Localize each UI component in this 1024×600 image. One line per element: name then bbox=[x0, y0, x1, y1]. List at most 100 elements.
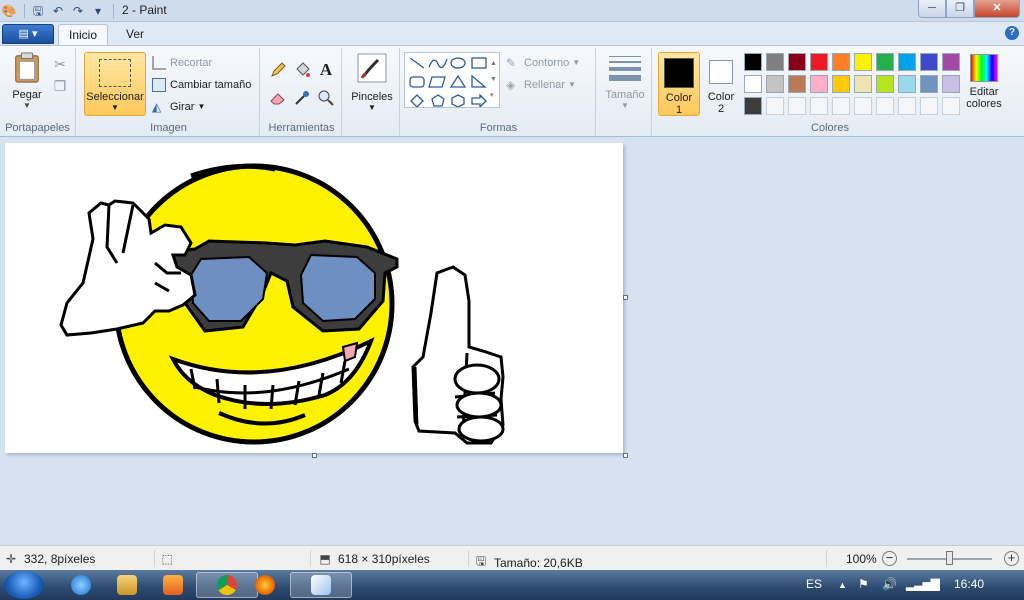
color-swatch[interactable] bbox=[876, 53, 894, 71]
minimize-button[interactable]: ─ bbox=[918, 0, 946, 18]
color1-label: Color bbox=[665, 92, 693, 104]
color-swatch[interactable] bbox=[766, 97, 784, 115]
status-divider bbox=[154, 550, 155, 567]
color-swatch[interactable] bbox=[920, 53, 938, 71]
taskbar-paint[interactable] bbox=[290, 572, 352, 598]
clock[interactable]: 16:40 bbox=[954, 577, 984, 591]
customize-qat-icon[interactable]: ▾ bbox=[89, 3, 107, 19]
qat-separator bbox=[113, 4, 114, 18]
selection-size: ⬚ bbox=[160, 552, 180, 566]
color-swatch[interactable] bbox=[744, 53, 762, 71]
zoom-level: 100% bbox=[846, 552, 877, 566]
text-tool-icon[interactable]: A bbox=[316, 60, 336, 80]
color-swatch[interactable] bbox=[942, 75, 960, 93]
size-button[interactable]: Tamaño ▼ bbox=[602, 54, 648, 110]
title-bar: 🎨 🖫 ↶ ↷ ▾ 2 - Paint ─ ❐ ✕ bbox=[0, 0, 1024, 22]
resize-handle-bottom[interactable] bbox=[312, 453, 317, 458]
color1-button[interactable]: Color 1 bbox=[658, 52, 700, 116]
resize-handle-corner[interactable] bbox=[623, 453, 628, 458]
start-button[interactable] bbox=[4, 571, 44, 599]
color-swatch[interactable] bbox=[788, 97, 806, 115]
color-swatch[interactable] bbox=[810, 97, 828, 115]
fill-button[interactable]: ◈ Rellenar ▼ bbox=[506, 76, 576, 94]
color-swatch[interactable] bbox=[854, 75, 872, 93]
group-label-shapes: Formas bbox=[479, 122, 518, 134]
size-label: Tamaño bbox=[605, 89, 645, 101]
color-swatch[interactable] bbox=[744, 75, 762, 93]
brushes-button[interactable]: Pinceles ▼ bbox=[348, 52, 396, 112]
color-swatch[interactable] bbox=[942, 53, 960, 71]
color-swatch[interactable] bbox=[832, 97, 850, 115]
cut-icon[interactable]: ✂ bbox=[50, 54, 70, 74]
volume-icon[interactable]: 🔊 bbox=[882, 577, 897, 591]
color-swatch[interactable] bbox=[898, 97, 916, 115]
color-swatch[interactable] bbox=[898, 75, 916, 93]
color-swatch[interactable] bbox=[832, 53, 850, 71]
crop-button[interactable]: Recortar bbox=[152, 54, 212, 72]
shapes-scroll-icon[interactable]: ▲ ▼ ▾ bbox=[490, 56, 497, 104]
resize-handle-right[interactable] bbox=[623, 295, 628, 300]
color2-button[interactable]: Color 2 bbox=[704, 52, 738, 116]
group-tools: A Herramientas bbox=[262, 48, 342, 136]
group-shapes: ▲ ▼ ▾ ✎ Contorno ▼ ◈ Rellenar ▼ Formas bbox=[402, 48, 596, 136]
fill-bucket-icon[interactable] bbox=[292, 60, 312, 80]
save-icon[interactable]: 🖫 bbox=[29, 3, 47, 19]
color-swatch[interactable] bbox=[854, 97, 872, 115]
app-menu-button[interactable]: ▤ ▾ bbox=[2, 24, 54, 44]
color-swatch[interactable] bbox=[854, 53, 872, 71]
outline-button[interactable]: ✎ Contorno ▼ bbox=[506, 54, 580, 72]
undo-icon[interactable]: ↶ bbox=[49, 3, 67, 19]
chevron-down-icon: ▼ bbox=[23, 101, 31, 110]
tab-ver[interactable]: Ver bbox=[116, 24, 154, 45]
zoom-out-button[interactable]: − bbox=[882, 551, 897, 566]
paint-app-icon[interactable]: 🎨 bbox=[0, 3, 18, 19]
color-swatch[interactable] bbox=[788, 75, 806, 93]
eraser-icon[interactable] bbox=[268, 88, 288, 108]
color1-swatch bbox=[664, 58, 694, 88]
paint-icon bbox=[311, 575, 331, 595]
color-swatch[interactable] bbox=[920, 75, 938, 93]
color-swatch[interactable] bbox=[832, 75, 850, 93]
close-button[interactable]: ✕ bbox=[974, 0, 1020, 18]
paste-label: Pegar bbox=[12, 89, 42, 101]
group-image: Seleccionar ▼ Recortar Cambiar tamaño ◭ … bbox=[78, 48, 260, 136]
select-button[interactable]: Seleccionar ▼ bbox=[84, 52, 146, 116]
color-swatch[interactable] bbox=[744, 97, 762, 115]
taskbar-firefox[interactable] bbox=[234, 572, 296, 598]
shapes-gallery[interactable] bbox=[404, 52, 500, 108]
color-swatch[interactable] bbox=[942, 97, 960, 115]
fill-icon: ◈ bbox=[506, 78, 516, 92]
maximize-button[interactable]: ❐ bbox=[946, 0, 974, 18]
zoom-in-button[interactable]: + bbox=[1004, 551, 1019, 566]
drawing-canvas[interactable] bbox=[5, 143, 623, 453]
color-swatch[interactable] bbox=[876, 97, 894, 115]
tab-inicio[interactable]: Inicio bbox=[58, 24, 109, 45]
color-swatch[interactable] bbox=[766, 53, 784, 71]
rotate-button[interactable]: ◭ Girar ▼ bbox=[152, 98, 205, 116]
show-hidden-icons-icon[interactable]: ▲ bbox=[838, 580, 847, 590]
action-center-flag-icon[interactable]: ⚑ bbox=[858, 577, 869, 591]
ribbon: Pegar ▼ ✂ ❐ Portapapeles Seleccionar ▼ R… bbox=[0, 45, 1024, 137]
color-swatch[interactable] bbox=[920, 97, 938, 115]
language-indicator[interactable]: ES bbox=[806, 577, 822, 591]
color-picker-icon[interactable] bbox=[292, 88, 312, 108]
group-label-image: Imagen bbox=[150, 122, 187, 134]
zoom-slider-thumb[interactable] bbox=[946, 551, 953, 565]
network-signal-icon[interactable]: ▂▃▅▇ bbox=[906, 577, 940, 591]
taskbar-media-player[interactable] bbox=[142, 572, 204, 598]
color-swatch[interactable] bbox=[898, 53, 916, 71]
copy-icon[interactable]: ❐ bbox=[50, 76, 70, 96]
paste-button[interactable]: Pegar ▼ bbox=[6, 52, 48, 110]
color-swatch[interactable] bbox=[810, 53, 828, 71]
magnifier-icon[interactable] bbox=[316, 88, 336, 108]
group-label-clipboard: Portapapeles bbox=[5, 122, 70, 134]
resize-button[interactable]: Cambiar tamaño bbox=[152, 76, 251, 94]
edit-colors-button[interactable]: Editar colores bbox=[964, 54, 1004, 110]
redo-icon[interactable]: ↷ bbox=[69, 3, 87, 19]
color-swatch[interactable] bbox=[810, 75, 828, 93]
pencil-icon[interactable] bbox=[268, 60, 288, 80]
help-icon[interactable]: ? bbox=[1005, 26, 1019, 40]
color-swatch[interactable] bbox=[788, 53, 806, 71]
color-swatch[interactable] bbox=[766, 75, 784, 93]
color-swatch[interactable] bbox=[876, 75, 894, 93]
